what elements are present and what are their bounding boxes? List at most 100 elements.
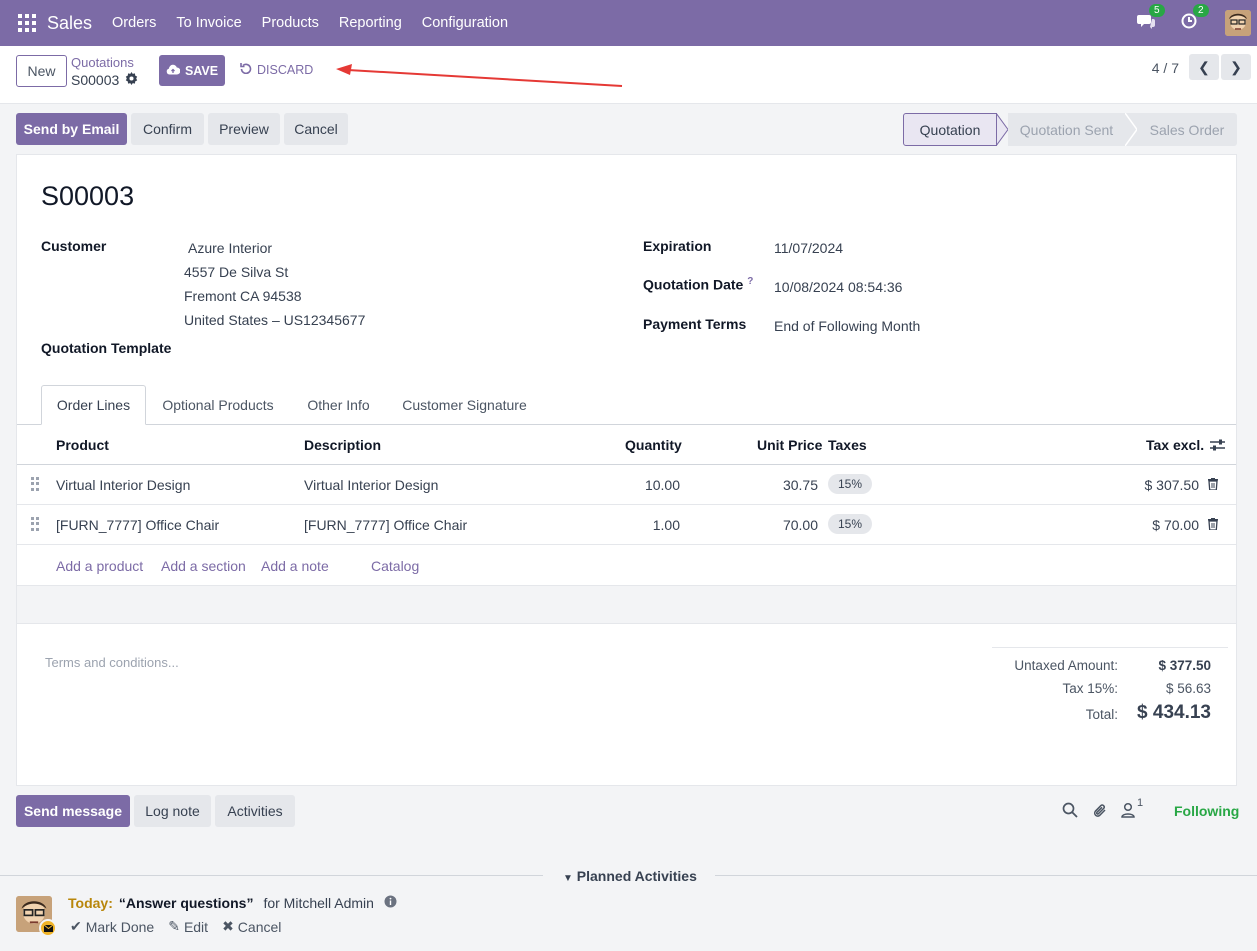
- discard-label: DISCARD: [257, 62, 314, 77]
- column-description[interactable]: Description: [304, 437, 381, 453]
- pencil-icon: ✎: [168, 918, 180, 934]
- cell-unit-price[interactable]: 30.75: [783, 477, 818, 493]
- discard-button[interactable]: DISCARD: [240, 62, 313, 77]
- add-note-link[interactable]: Add a note: [261, 558, 329, 574]
- close-icon: ✖: [222, 918, 234, 934]
- stage-separator: [996, 113, 1008, 146]
- pager-value[interactable]: 4 / 7: [1152, 60, 1179, 76]
- divider: [0, 875, 543, 876]
- cell-description[interactable]: Virtual Interior Design: [304, 477, 438, 493]
- check-icon: ✔: [70, 918, 82, 934]
- terms-and-conditions-input[interactable]: Terms and conditions...: [45, 655, 179, 670]
- tab-order-lines[interactable]: Order Lines: [41, 385, 146, 425]
- search-icon[interactable]: [1062, 802, 1078, 821]
- column-quantity[interactable]: Quantity: [625, 437, 682, 453]
- drag-handle-icon[interactable]: [31, 477, 39, 491]
- menu-orders[interactable]: Orders: [112, 15, 156, 31]
- customer-address-line: 4557 De Silva St: [184, 264, 289, 280]
- clock-icon[interactable]: 2: [1181, 4, 1209, 33]
- preview-button[interactable]: Preview: [208, 113, 280, 145]
- customer-field[interactable]: Azure Interior: [188, 240, 272, 256]
- form-sheet: S00003 Customer Azure Interior 4557 De S…: [16, 154, 1237, 786]
- cell-quantity[interactable]: 10.00: [645, 477, 680, 493]
- pager-next-button[interactable]: ❯: [1221, 54, 1251, 80]
- column-unit-price[interactable]: Unit Price: [757, 437, 822, 453]
- cancel-button[interactable]: Cancel: [284, 113, 348, 145]
- tax-badge[interactable]: 15%: [828, 514, 873, 534]
- cell-product[interactable]: Virtual Interior Design: [56, 477, 190, 493]
- table-row[interactable]: [FURN_7777] Office Chair [FURN_7777] Off…: [17, 505, 1236, 545]
- menu-products[interactable]: Products: [262, 15, 319, 31]
- control-panel: New Quotations S00003 SAVE DISCARD 4 / 7…: [0, 46, 1257, 104]
- menu-reporting[interactable]: Reporting: [339, 15, 402, 31]
- apps-menu-icon[interactable]: [18, 14, 36, 32]
- following-button[interactable]: Following: [1174, 803, 1239, 819]
- drag-handle-icon[interactable]: [31, 517, 39, 531]
- pager-previous-button[interactable]: ❮: [1189, 54, 1219, 80]
- breadcrumb-quotations[interactable]: Quotations: [71, 55, 134, 70]
- payment-terms-field[interactable]: End of Following Month: [774, 318, 920, 334]
- tab-optional-products[interactable]: Optional Products: [152, 385, 284, 425]
- cell-product[interactable]: [FURN_7777] Office Chair: [56, 517, 219, 533]
- edit-activity-link[interactable]: ✎ Edit: [168, 918, 208, 935]
- column-tax-excl[interactable]: Tax excl.: [1146, 437, 1204, 453]
- planned-activities-toggle[interactable]: ▼ Planned Activities: [563, 868, 697, 884]
- quotation-template-label: Quotation Template: [41, 340, 172, 356]
- add-section-link[interactable]: Add a section: [161, 558, 246, 574]
- breadcrumb-current: S00003: [71, 72, 138, 88]
- gear-icon[interactable]: [125, 72, 138, 88]
- help-tooltip-icon[interactable]: ?: [747, 276, 753, 287]
- activity-summary: “Answer questions”: [118, 895, 254, 911]
- cancel-activity-link[interactable]: ✖ Cancel: [222, 918, 281, 935]
- expiration-field[interactable]: 11/07/2024: [774, 240, 843, 256]
- trash-icon[interactable]: [1208, 518, 1218, 530]
- tab-customer-signature[interactable]: Customer Signature: [393, 385, 536, 425]
- mark-done-link[interactable]: ✔ Mark Done: [70, 918, 154, 935]
- annotation-arrow: [336, 64, 623, 87]
- column-product[interactable]: Product: [56, 437, 109, 453]
- cell-subtotal: $ 307.50: [1144, 477, 1200, 493]
- cell-quantity[interactable]: 1.00: [653, 517, 680, 533]
- trash-icon[interactable]: [1208, 478, 1218, 490]
- cell-unit-price[interactable]: 70.00: [783, 517, 818, 533]
- empty-table-row: [17, 586, 1236, 624]
- tab-other-info[interactable]: Other Info: [294, 385, 383, 425]
- send-by-email-button[interactable]: Send by Email: [16, 113, 127, 145]
- customer-address-line: United States – US12345677: [184, 312, 366, 328]
- menu-configuration[interactable]: Configuration: [422, 15, 508, 31]
- menu-to-invoice[interactable]: To Invoice: [176, 15, 241, 31]
- followers-icon[interactable]: 1: [1121, 797, 1143, 818]
- paperclip-icon[interactable]: [1092, 802, 1108, 822]
- tax-badge[interactable]: 15%: [828, 474, 873, 494]
- stage-quotation[interactable]: Quotation: [903, 113, 997, 146]
- cell-description[interactable]: [FURN_7777] Office Chair: [304, 517, 467, 533]
- payment-terms-label: Payment Terms: [643, 316, 747, 332]
- catalog-link[interactable]: Catalog: [371, 558, 419, 574]
- activities-badge: 2: [1193, 4, 1209, 17]
- log-note-button[interactable]: Log note: [134, 795, 211, 827]
- activities-button[interactable]: Activities: [215, 795, 295, 827]
- chat-icon[interactable]: 5: [1137, 4, 1165, 33]
- stage-quotation-sent[interactable]: Quotation Sent: [1008, 113, 1125, 146]
- add-product-link[interactable]: Add a product: [56, 558, 143, 574]
- total-label: Total:: [1085, 707, 1118, 722]
- stage-sales-order[interactable]: Sales Order: [1137, 113, 1237, 146]
- confirm-button[interactable]: Confirm: [131, 113, 204, 145]
- column-taxes[interactable]: Taxes: [828, 437, 867, 453]
- tax-value: $ 56.63: [1165, 681, 1211, 696]
- info-icon[interactable]: [384, 895, 397, 911]
- save-button[interactable]: SAVE: [159, 55, 225, 86]
- quotation-date-field[interactable]: 10/08/2024 08:54:36: [774, 279, 902, 295]
- user-avatar[interactable]: [1225, 10, 1251, 36]
- untaxed-amount-value: $ 377.50: [1158, 658, 1211, 673]
- total-value: $ 434.13: [1137, 702, 1211, 723]
- app-name[interactable]: Sales: [47, 13, 92, 34]
- envelope-icon: [39, 919, 57, 937]
- send-message-button[interactable]: Send message: [16, 795, 130, 827]
- activity-due: Today:: [68, 895, 113, 911]
- table-row[interactable]: Virtual Interior Design Virtual Interior…: [17, 465, 1236, 505]
- activity-actions: ✔ Mark Done ✎ Edit ✖ Cancel: [70, 918, 281, 935]
- order-lines-header: Product Description Quantity Unit Price …: [17, 425, 1236, 465]
- new-button[interactable]: New: [16, 55, 67, 87]
- optional-columns-icon[interactable]: [1210, 438, 1225, 455]
